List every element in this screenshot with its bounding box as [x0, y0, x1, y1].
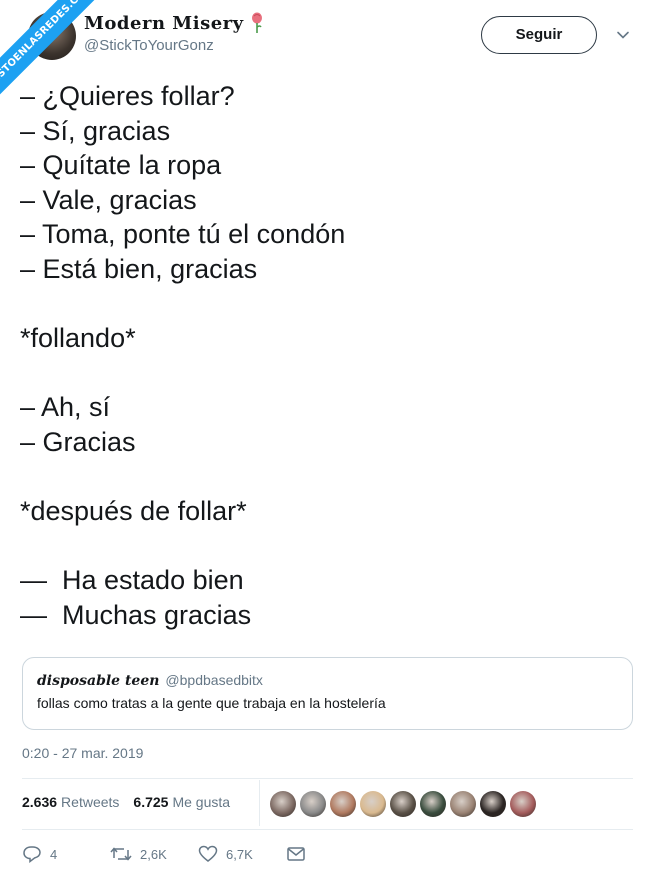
- engagement-stats: 2.636 Retweets 6.725 Me gusta: [22, 794, 244, 810]
- quote-handle: @bpdbasedbitx: [165, 672, 263, 688]
- tweet-line: *después de follar*: [20, 496, 247, 527]
- divider: [22, 829, 633, 830]
- display-name[interactable]: Modern Misery: [84, 13, 244, 34]
- retweet-action[interactable]: 2,6K: [110, 846, 198, 862]
- tweet-line: – Sí, gracias: [20, 115, 171, 146]
- quoted-tweet[interactable]: disposable teen @bpdbasedbitx follas com…: [22, 657, 633, 730]
- retweet-icon: [110, 847, 132, 861]
- rose-icon: [251, 12, 262, 33]
- action-bar: 4 2,6K 6,7K: [22, 845, 306, 863]
- direct-message-action[interactable]: [286, 846, 306, 862]
- chevron-down-icon[interactable]: [616, 28, 630, 42]
- likes-label[interactable]: Me gusta: [172, 794, 230, 810]
- like-action[interactable]: 6,7K: [198, 845, 286, 863]
- tweet-line: — Muchas gracias: [20, 599, 252, 630]
- divider: [22, 778, 633, 779]
- tweet-line: – Vale, gracias: [20, 184, 197, 215]
- liker-avatar[interactable]: [360, 791, 386, 817]
- likes-count[interactable]: 6.725: [133, 794, 168, 810]
- liker-avatar[interactable]: [420, 791, 446, 817]
- liker-avatar[interactable]: [480, 791, 506, 817]
- reply-count: 4: [50, 846, 58, 862]
- liker-avatar[interactable]: [330, 791, 356, 817]
- tweet-line: – Toma, ponte tú el condón: [20, 219, 346, 250]
- tweet-line: *follando*: [20, 323, 136, 354]
- timestamp[interactable]: 0:20 - 27 mar. 2019: [22, 745, 143, 761]
- like-count: 6,7K: [226, 846, 253, 862]
- tweet-line: – Gracias: [20, 426, 136, 457]
- liker-avatars: [270, 791, 536, 817]
- liker-avatar[interactable]: [390, 791, 416, 817]
- author-handle[interactable]: @StickToYourGonz: [84, 37, 264, 54]
- reply-action[interactable]: 4: [22, 845, 110, 863]
- liker-avatar[interactable]: [270, 791, 296, 817]
- stats-separator: [259, 780, 260, 826]
- liker-avatar[interactable]: [510, 791, 536, 817]
- tweet-text: – ¿Quieres follar? – Sí, gracias – Quítate…: [20, 79, 650, 633]
- reply-icon: [23, 846, 41, 863]
- quote-text: follas como tratas a la gente que trabaj…: [37, 695, 386, 711]
- tweet-line: – Ah, sí: [20, 392, 111, 423]
- heart-icon: [198, 845, 218, 862]
- retweet-count: 2,6K: [140, 846, 167, 862]
- envelope-icon: [287, 847, 305, 861]
- liker-avatar[interactable]: [450, 791, 476, 817]
- liker-avatar[interactable]: [300, 791, 326, 817]
- retweets-count[interactable]: 2.636: [22, 794, 57, 810]
- tweet-header: Modern Misery @StickToYourGonz: [84, 12, 264, 54]
- tweet-line: – Quítate la ropa: [20, 150, 222, 181]
- retweets-label[interactable]: Retweets: [61, 794, 119, 810]
- tweet-line: – Está bien, gracias: [20, 253, 258, 284]
- tweet-line: — Ha estado bien: [20, 565, 244, 596]
- quote-display-name: disposable teen: [37, 673, 160, 689]
- tweet-line: – ¿Quieres follar?: [20, 81, 235, 111]
- follow-button[interactable]: Seguir: [481, 16, 597, 54]
